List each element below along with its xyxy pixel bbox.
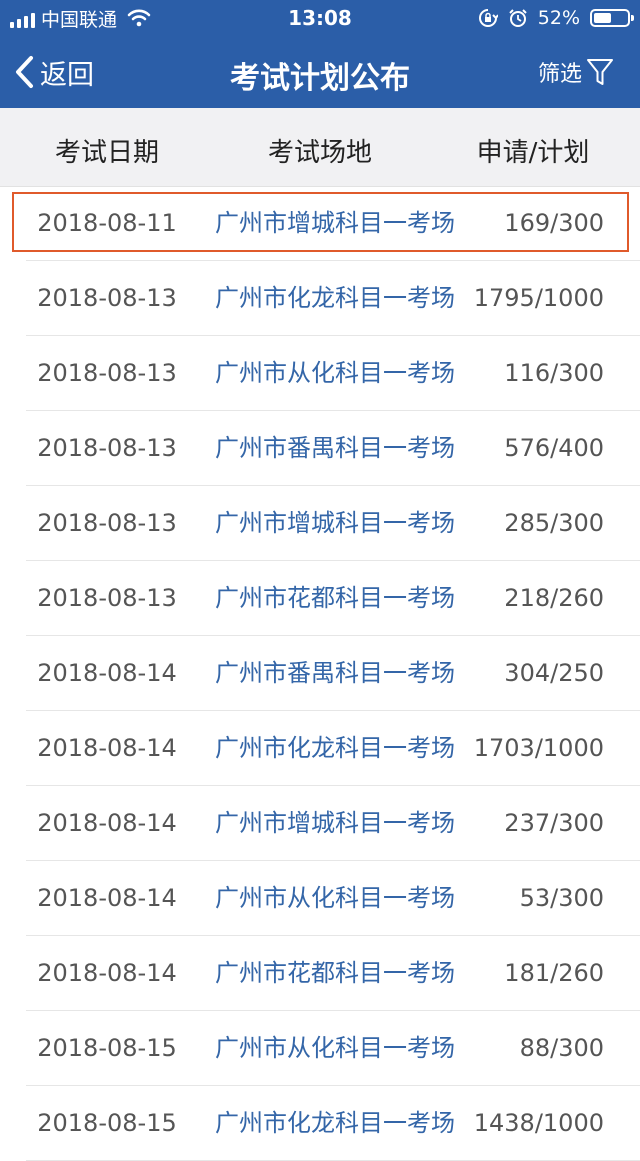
row-ratio: 237/300: [504, 809, 604, 837]
table-row[interactable]: 2018-08-14 广州市番禺科目一考场 304/250: [0, 636, 640, 711]
row-date: 2018-08-14: [37, 659, 177, 687]
row-ratio: 1795/1000: [473, 284, 604, 312]
row-venue: 广州市增城科目一考场: [215, 509, 455, 537]
funnel-icon: [587, 59, 613, 85]
table-row[interactable]: 2018-08-15 广州市化龙科目一考场 1438/1000: [0, 1086, 640, 1161]
row-venue: 广州市番禺科目一考场: [215, 434, 455, 462]
row-ratio: 1438/1000: [473, 1109, 604, 1137]
row-date: 2018-08-13: [37, 359, 177, 387]
status-bar: 中国联通 13:08 52%: [0, 0, 640, 36]
row-venue: 广州市化龙科目一考场: [215, 1109, 455, 1137]
table-row[interactable]: 2018-08-13 广州市增城科目一考场 285/300: [0, 486, 640, 561]
battery-percent: 52%: [537, 7, 580, 29]
table-row[interactable]: 2018-08-15 广州市从化科目一考场 88/300: [0, 1011, 640, 1086]
exam-plan-list: 2018-08-11 广州市增城科目一考场 169/300 2018-08-13…: [0, 186, 640, 1161]
table-row[interactable]: 2018-08-13 广州市花都科目一考场 218/260: [0, 561, 640, 636]
row-venue: 广州市番禺科目一考场: [215, 659, 455, 687]
row-venue: 广州市增城科目一考场: [215, 209, 455, 237]
row-date: 2018-08-13: [37, 284, 177, 312]
row-ratio: 304/250: [504, 659, 604, 687]
row-date: 2018-08-11: [37, 209, 177, 237]
back-button[interactable]: 返回: [14, 50, 94, 94]
filter-label: 筛选: [537, 62, 582, 87]
nav-bar: 返回 考试计划公布 筛选: [0, 36, 640, 108]
row-venue: 广州市花都科目一考场: [215, 959, 455, 987]
table-header: 考试日期 考试场地 申请/计划: [0, 108, 640, 187]
row-ratio: 169/300: [504, 209, 604, 237]
table-row[interactable]: 2018-08-11 广州市增城科目一考场 169/300: [0, 186, 640, 261]
row-ratio: 53/300: [519, 884, 604, 912]
table-row[interactable]: 2018-08-13 广州市化龙科目一考场 1795/1000: [0, 261, 640, 336]
row-venue: 广州市增城科目一考场: [215, 809, 455, 837]
row-date: 2018-08-13: [37, 434, 177, 462]
row-date: 2018-08-13: [37, 509, 177, 537]
row-date: 2018-08-14: [37, 809, 177, 837]
row-venue: 广州市化龙科目一考场: [215, 284, 455, 312]
header-exam-venue: 考试场地: [267, 138, 372, 168]
row-ratio: 1703/1000: [473, 734, 604, 762]
row-venue: 广州市从化科目一考场: [215, 884, 455, 912]
row-date: 2018-08-14: [37, 884, 177, 912]
table-row[interactable]: 2018-08-13 广州市从化科目一考场 116/300: [0, 336, 640, 411]
battery-fill: [594, 13, 611, 23]
row-date: 2018-08-15: [37, 1034, 177, 1062]
row-ratio: 88/300: [519, 1034, 604, 1062]
row-date: 2018-08-14: [37, 959, 177, 987]
row-venue: 广州市从化科目一考场: [215, 359, 455, 387]
status-right: 52%: [478, 5, 634, 31]
header-exam-date: 考试日期: [54, 138, 159, 168]
table-row[interactable]: 2018-08-14 广州市化龙科目一考场 1703/1000: [0, 711, 640, 786]
battery-icon: [590, 9, 634, 27]
table-row[interactable]: 2018-08-14 广州市从化科目一考场 53/300: [0, 861, 640, 936]
row-date: 2018-08-13: [37, 584, 177, 612]
row-ratio: 576/400: [504, 434, 604, 462]
table-row[interactable]: 2018-08-14 广州市花都科目一考场 181/260: [0, 936, 640, 1011]
alarm-icon: [509, 9, 527, 27]
orientation-lock-icon: [478, 9, 498, 27]
row-date: 2018-08-14: [37, 734, 177, 762]
row-venue: 广州市从化科目一考场: [215, 1034, 455, 1062]
filter-button[interactable]: 筛选: [538, 50, 614, 94]
table-row[interactable]: 2018-08-13 广州市番禺科目一考场 576/400: [0, 411, 640, 486]
table-row[interactable]: 2018-08-14 广州市增城科目一考场 237/300: [0, 786, 640, 861]
row-venue: 广州市化龙科目一考场: [215, 734, 455, 762]
row-ratio: 116/300: [504, 359, 604, 387]
chevron-left-icon: [16, 56, 33, 88]
row-date: 2018-08-15: [37, 1109, 177, 1137]
row-ratio: 181/260: [504, 959, 604, 987]
row-venue: 广州市花都科目一考场: [215, 584, 455, 612]
row-ratio: 285/300: [504, 509, 604, 537]
row-ratio: 218/260: [504, 584, 604, 612]
header-apply-plan: 申请/计划: [476, 138, 590, 168]
back-label: 返回: [40, 59, 94, 91]
